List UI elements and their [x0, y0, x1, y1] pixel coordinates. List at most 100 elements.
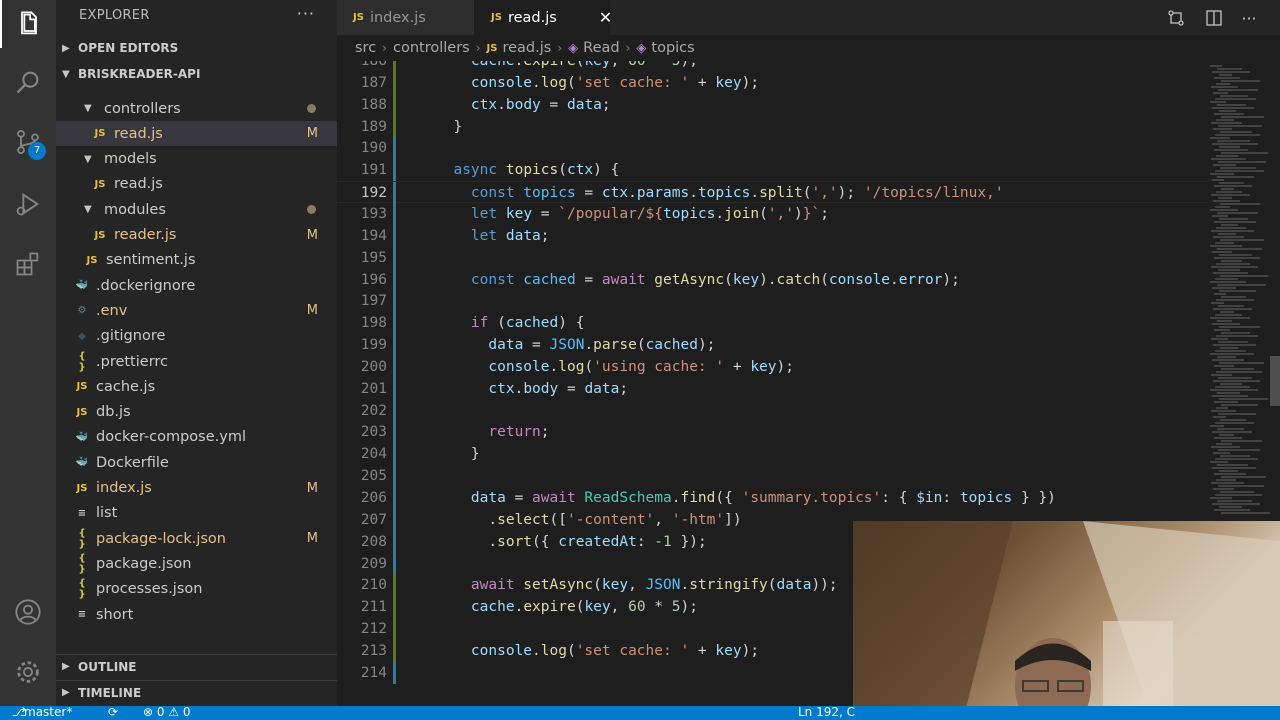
code-line[interactable]: 200 console.log('using cache: ' + key); [337, 355, 1207, 378]
minimap-line [1216, 263, 1250, 265]
minimap-line [1218, 161, 1266, 163]
line-number: 213 [360, 642, 387, 659]
minimap-line [1221, 512, 1270, 514]
code-line[interactable]: 194 let data; [337, 224, 1207, 247]
breadcrumb-class[interactable]: Read [583, 40, 619, 56]
tree-item[interactable]: 🐳 Dockerfile [56, 450, 337, 475]
code-line[interactable]: 205 [337, 465, 1207, 488]
tab-read-js[interactable]: JS read.js ✕ [474, 0, 612, 35]
line-number: 198 [360, 315, 387, 332]
code-token: ); [942, 271, 960, 288]
breadcrumb-file[interactable]: read.js [502, 40, 551, 56]
code-line[interactable]: 202 [337, 399, 1207, 422]
more-actions-icon[interactable]: ··· [297, 4, 315, 23]
code-token: ctx [566, 162, 594, 179]
code-line[interactable]: 188 ctx.body = data; [337, 93, 1207, 116]
tree-item[interactable]: ◆ .gitignore [56, 324, 337, 349]
branch-name[interactable]: master* [24, 706, 72, 719]
extensions-icon[interactable] [0, 240, 56, 288]
tree-item[interactable]: JS read.js [56, 172, 337, 197]
tree-item[interactable]: { } package-lock.json M [56, 526, 337, 551]
tree-item[interactable]: JS reader.js M [56, 223, 337, 248]
code-line[interactable]: 191 async topics(ctx) { [337, 159, 1207, 182]
timeline-section[interactable]: ▶ TIMELINE [56, 680, 337, 704]
search-icon[interactable] [0, 58, 56, 106]
tree-item[interactable]: ⚙ .env M [56, 298, 337, 323]
code-line[interactable]: 197 [337, 290, 1207, 313]
tree-item[interactable]: JS read.js M [56, 121, 337, 147]
tree-item[interactable]: 🐳 docker-compose.yml [56, 425, 337, 450]
minimap-line [1217, 284, 1266, 286]
code-line[interactable]: 199 data = JSON.parse(cached); [337, 334, 1207, 357]
tree-item[interactable]: JS db.js [56, 400, 337, 425]
tree-item[interactable]: { } processes.json [56, 577, 337, 602]
tree-item[interactable]: ≡ short [56, 602, 337, 627]
minimap-line [1216, 83, 1230, 85]
code-line[interactable]: 189 } [337, 115, 1207, 138]
tree-item[interactable]: 🐳 .dockerignore [56, 273, 337, 298]
code-token: . [436, 533, 498, 550]
sync-icon[interactable]: ⟳ [108, 706, 118, 719]
tree-item[interactable]: ≡ list [56, 501, 337, 526]
code-line[interactable]: 193 let key = `/popular/${topics.join(',… [337, 202, 1207, 225]
tree-item[interactable]: { } .prettierrc [56, 349, 337, 374]
tree-item[interactable]: JS sentiment.js [56, 248, 337, 273]
code-text: data = JSON.parse(cached); [436, 334, 715, 356]
code-token: log [558, 358, 585, 375]
code-line[interactable]: 190 [337, 137, 1207, 160]
outline-section[interactable]: ▶ OUTLINE [56, 654, 337, 678]
code-line[interactable]: 203 return; [337, 421, 1207, 444]
tree-item[interactable]: JS index.js M [56, 476, 337, 501]
tree-item-label: short [96, 606, 134, 623]
editor-scrollbar[interactable] [1270, 356, 1280, 406]
project-section[interactable]: ▼ BRISKREADER-API [56, 62, 337, 86]
breadcrumb-controllers[interactable]: controllers [393, 40, 470, 56]
code-line[interactable]: 192 const topics = ctx.params.topics.spl… [337, 181, 1207, 205]
problems-count[interactable]: ⊗ 0 ⚠ 0 [143, 706, 191, 719]
close-icon[interactable]: ✕ [599, 8, 612, 27]
code-line[interactable]: 187 console.log('set cache: ' + key); [337, 71, 1207, 94]
code-line[interactable]: 198 if (cached) { [337, 312, 1207, 335]
code-line[interactable]: 206 data = await ReadSchema.find({ 'summ… [337, 487, 1207, 509]
minimap-line [1210, 65, 1222, 67]
tab-index-js[interactable]: JS index.js [337, 0, 474, 35]
settings-gear-icon[interactable] [0, 648, 56, 696]
account-icon[interactable] [0, 588, 56, 636]
code-text: const cached = await getAsync(key).catch… [436, 269, 960, 291]
minimap-line [1221, 80, 1260, 82]
tree-item-label: db.js [96, 404, 131, 421]
tree-item[interactable]: ▼ controllers [56, 96, 337, 121]
breadcrumb-src[interactable]: src [355, 40, 376, 56]
docker-file-icon: 🐳 [75, 280, 89, 292]
tree-item[interactable]: ▼ models [56, 147, 337, 172]
more-actions-icon[interactable]: ··· [1237, 6, 1261, 30]
code-token: topics [697, 185, 751, 202]
run-debug-icon[interactable] [0, 180, 56, 228]
open-changes-icon[interactable] [1164, 6, 1188, 30]
code-line[interactable]: 204 } [337, 443, 1207, 466]
code-token: async [453, 162, 498, 179]
minimap-line [1221, 332, 1250, 334]
tab-label: index.js [369, 9, 426, 26]
tree-item[interactable]: { } package.json [56, 551, 337, 576]
cursor-position[interactable]: Ln 192, C [798, 706, 855, 719]
explorer-icon[interactable] [0, 0, 56, 48]
minimap-line [1210, 281, 1246, 283]
code-token: `/popular/${ [558, 205, 664, 222]
code-line[interactable]: 195 [337, 246, 1207, 269]
split-editor-icon[interactable] [1202, 6, 1226, 30]
breadcrumb-method[interactable]: topics [651, 40, 694, 56]
minimap-line [1212, 215, 1228, 217]
open-editors-section[interactable]: ▶ OPEN EDITORS [56, 36, 337, 60]
code-line[interactable]: 196 const cached = await getAsync(key).c… [337, 268, 1207, 291]
code-line[interactable]: 186 cache.expire(key, 60 * 5); [337, 61, 1207, 72]
code-token: * [645, 599, 672, 616]
source-control-icon[interactable] [0, 118, 56, 166]
tree-item[interactable]: JS cache.js [56, 374, 337, 399]
code-token: : [942, 490, 960, 506]
code-line[interactable]: 201 ctx.body = data; [337, 377, 1207, 400]
tree-item[interactable]: ▼ modules [56, 197, 337, 222]
text-file-icon: ≡ [77, 609, 87, 620]
minimap-line [1218, 89, 1258, 91]
